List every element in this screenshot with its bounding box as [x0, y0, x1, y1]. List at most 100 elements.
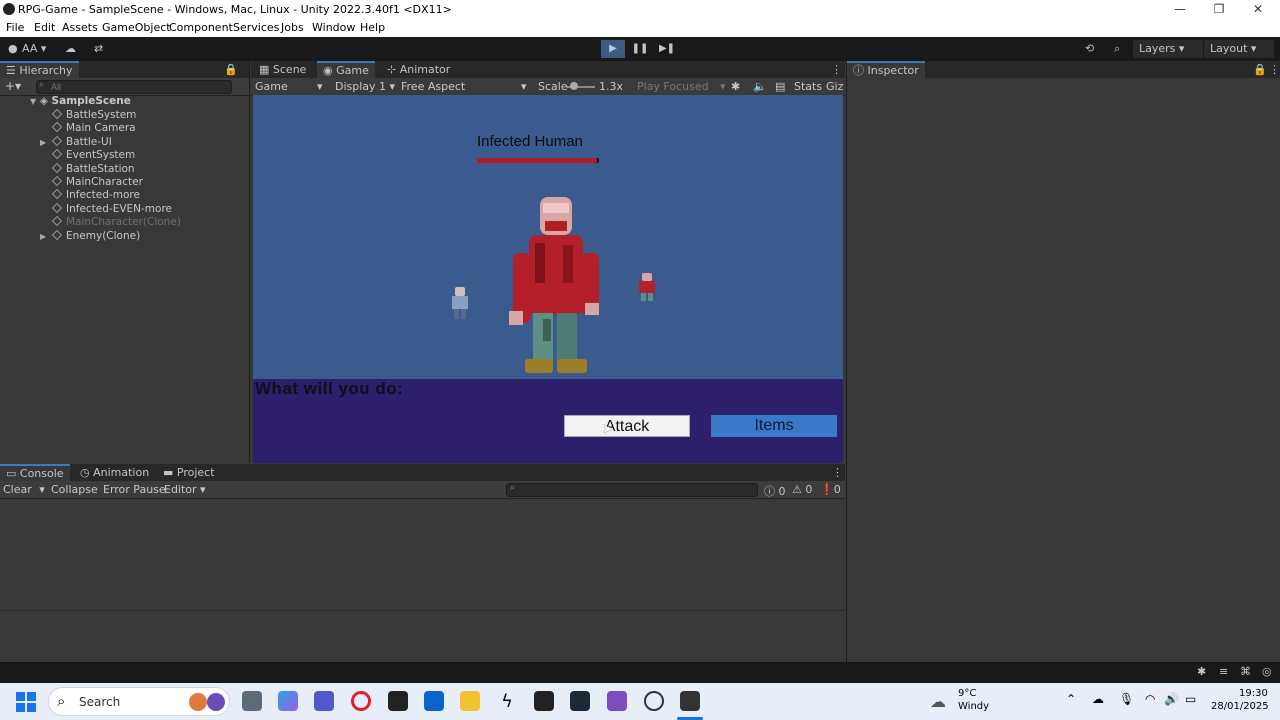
opera-icon[interactable] [351, 691, 371, 711]
display-dropdown[interactable]: Display 1 ▾ [335, 80, 395, 93]
microphone-icon[interactable]: 🎙 [1119, 692, 1134, 706]
hierarchy-search-input[interactable] [36, 80, 232, 94]
stats-button[interactable]: Stats [794, 80, 822, 93]
bug-status-icon[interactable]: ✱ [1197, 665, 1206, 678]
search-icon[interactable]: ⌕ [1114, 40, 1120, 58]
kebab-menu-icon[interactable]: ⋮ [825, 61, 848, 78]
error-pause-button[interactable]: Error Pause [103, 483, 166, 496]
amazon-icon[interactable] [388, 691, 408, 711]
audio-icon[interactable]: 🔈 [753, 80, 767, 93]
tab-inspector[interactable]: ⓘ Inspector [847, 61, 925, 78]
task-view-icon[interactable] [242, 691, 262, 711]
minimize-button[interactable]: — [1172, 2, 1188, 18]
menu-gameobject[interactable]: GameObject [102, 21, 171, 34]
collapse-button[interactable]: Collapse [51, 483, 98, 496]
tab-project[interactable]: ▬ Project [157, 464, 221, 481]
visual-studio-icon[interactable] [607, 691, 627, 711]
lock-icon[interactable]: 🔒 [218, 61, 244, 78]
windows-start-icon[interactable] [16, 692, 36, 712]
console-kebab-icon[interactable]: ⋮ [826, 464, 849, 481]
aspect-dropdown[interactable]: Free Aspect ▾ [401, 80, 527, 93]
items-button[interactable]: Items [711, 415, 837, 437]
add-icon[interactable]: +▾ [5, 79, 21, 93]
log-count-toggle[interactable]: ⓘ 0 [764, 483, 786, 499]
copilot-icon[interactable] [278, 691, 298, 711]
network-icon[interactable]: ⌘ [1240, 665, 1251, 678]
menu-jobs[interactable]: Jobs [281, 21, 304, 34]
tab-scene[interactable]: ▦ Scene [253, 61, 312, 78]
menu-component[interactable]: Component [169, 21, 233, 34]
menu-services[interactable]: Services [233, 21, 279, 34]
clock-date[interactable]: 28/01/2025 [1211, 701, 1269, 712]
unity-hub-icon[interactable] [644, 691, 664, 711]
weather-icon[interactable]: ☁ [930, 692, 946, 711]
hierarchy-item[interactable]: BattleStation [40, 163, 135, 176]
account-icon[interactable]: ● [8, 40, 18, 58]
menu-assets[interactable]: Assets [62, 21, 98, 34]
stats-icon[interactable]: ▤ [775, 80, 785, 93]
onedrive-icon[interactable]: ☁ [1092, 692, 1104, 706]
pause-button[interactable]: ❚❚ [628, 40, 652, 58]
tab-animation[interactable]: ◷ Animation [74, 464, 155, 481]
game-mode-dropdown[interactable]: Game ▾ [255, 80, 323, 93]
hierarchy-item[interactable]: EventSystem [40, 149, 135, 162]
clear-dropdown[interactable]: Clear ▾ [3, 483, 45, 496]
hierarchy-item[interactable]: Main Camera [40, 122, 136, 135]
step-button[interactable]: ▶❚ [655, 40, 679, 58]
account-button[interactable]: AA ▾ [22, 40, 46, 58]
file-explorer-icon[interactable] [460, 691, 480, 711]
tab-hierarchy[interactable]: ☰ Hierarchy [0, 61, 79, 78]
bolt-app-icon[interactable]: ϟ [497, 691, 517, 712]
collab-icon[interactable]: ⇄ [94, 40, 103, 58]
play-button[interactable]: ▶ [601, 40, 625, 58]
tray-chevron-icon[interactable]: ⌃ [1066, 692, 1076, 706]
expand-arrow-icon[interactable]: ▶ [40, 136, 46, 149]
menu-file[interactable]: File [6, 21, 24, 34]
error-count-toggle[interactable]: ❗0 [820, 483, 841, 496]
steam-icon[interactable] [570, 691, 590, 711]
warning-count-toggle[interactable]: ⚠ 0 [792, 483, 812, 496]
close-button[interactable]: ✕ [1250, 2, 1266, 18]
stack-icon[interactable]: ≡ [1219, 665, 1228, 678]
hierarchy-item[interactable]: MainCharacter(Clone) [40, 216, 181, 229]
layers-dropdown[interactable]: Layers ▾ [1133, 40, 1203, 58]
hierarchy-item[interactable]: ▶ Battle-UI [40, 136, 112, 149]
clock-time[interactable]: 19:30 [1239, 688, 1268, 699]
wifi-icon[interactable]: ◠ [1145, 692, 1155, 706]
outlook-icon[interactable] [424, 691, 444, 711]
media-app-icon[interactable] [534, 691, 554, 711]
hierarchy-item[interactable]: Infected-more [40, 189, 140, 202]
inspector-kebab-icon[interactable]: ⋮ [1263, 61, 1280, 78]
expand-arrow-icon[interactable]: ▶ [40, 230, 46, 243]
history-icon[interactable]: ⟲ [1085, 40, 1094, 58]
tab-console[interactable]: ▭ Console [0, 464, 70, 481]
hierarchy-item[interactable]: BattleSystem [40, 109, 136, 122]
hierarchy-item[interactable]: ▶ Enemy(Clone) [40, 230, 140, 243]
bug-icon[interactable]: ✱ [731, 80, 740, 93]
unity-editor-icon[interactable] [680, 691, 700, 711]
menu-window[interactable]: Window [312, 21, 355, 34]
editor-dropdown[interactable]: Editor ▾ [164, 483, 206, 496]
settings-status-icon[interactable]: ◎ [1262, 665, 1272, 678]
console-search-input[interactable] [506, 483, 758, 497]
hierarchy-item[interactable]: MainCharacter [40, 176, 143, 189]
teams-icon[interactable] [314, 691, 334, 711]
layout-dropdown[interactable]: Layout ▾ [1204, 40, 1274, 58]
tab-game[interactable]: ◉ Game [317, 61, 375, 78]
menu-edit[interactable]: Edit [34, 21, 55, 34]
hierarchy-item[interactable]: Infected-EVEN-more [40, 203, 172, 216]
tab-animator[interactable]: ⊹ Animator [381, 61, 456, 78]
scale-slider-handle[interactable] [570, 82, 578, 90]
restore-button[interactable]: ❐ [1211, 2, 1227, 18]
expand-arrow-icon[interactable]: ▼ [30, 97, 36, 106]
play-focused-dropdown[interactable]: Play Focused ▾ [637, 80, 726, 93]
game-viewport[interactable]: Infected Human What will you do: Attack [253, 95, 843, 463]
taskbar-search[interactable]: ⌕ Search [48, 687, 230, 716]
volume-icon[interactable]: 🔊 [1164, 692, 1179, 706]
cloud-icon[interactable]: ☁ [65, 40, 76, 58]
menu-help[interactable]: Help [360, 21, 385, 34]
scene-root[interactable]: ▼ ◈ SampleScene [30, 95, 131, 108]
attack-button[interactable]: Attack [564, 415, 690, 437]
battery-icon[interactable]: ▭ [1185, 692, 1196, 706]
gizmos-button[interactable]: Giz [826, 80, 843, 93]
